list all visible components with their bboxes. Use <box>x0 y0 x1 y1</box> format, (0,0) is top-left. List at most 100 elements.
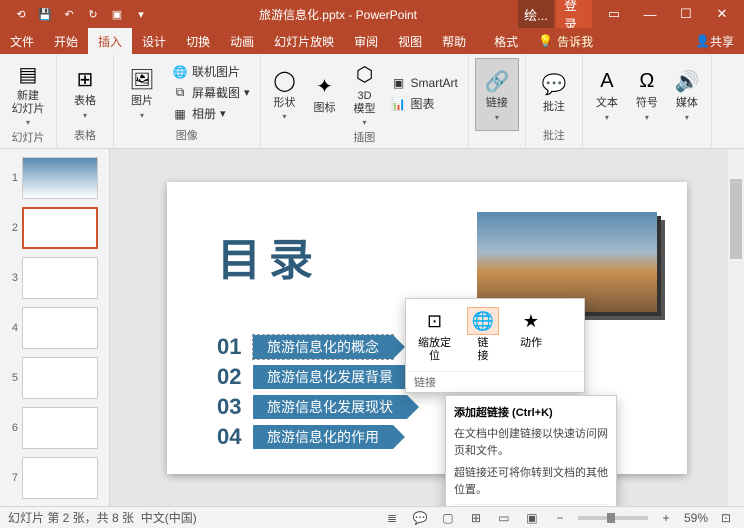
media-icon: 🔊 <box>673 67 701 95</box>
comments-icon[interactable]: 💬 <box>410 509 430 527</box>
smartart-icon: ▣ <box>391 75 407 91</box>
shapes-button[interactable]: ◯ 形状 ▾ <box>267 58 303 129</box>
notes-icon[interactable]: ≣ <box>382 509 402 527</box>
language-label[interactable]: 中文(中国) <box>141 511 197 525</box>
thumbnail[interactable]: 8 <box>0 505 109 506</box>
toc-item[interactable]: 01 旅游信息化的概念 <box>217 334 407 360</box>
thumbnail[interactable]: 2 <box>0 205 109 251</box>
new-slide-button[interactable]: ▤ 新建 幻灯片 ▾ <box>6 58 50 129</box>
ribbon-tabs: 文件 开始 插入 设计 切换 动画 幻灯片放映 审阅 视图 帮助 格式 💡告诉我… <box>0 28 744 54</box>
chart-icon: 📊 <box>391 96 407 112</box>
tab-insert[interactable]: 插入 <box>88 28 132 54</box>
autosave-icon[interactable]: ⟲ <box>12 5 30 23</box>
action-icon: ★ <box>515 307 547 335</box>
fit-icon[interactable]: ⊡ <box>716 509 736 527</box>
tab-home[interactable]: 开始 <box>44 28 88 54</box>
screenshot-icon: ⧉ <box>172 85 188 101</box>
tab-slideshow[interactable]: 幻灯片放映 <box>264 28 344 54</box>
media-button[interactable]: 🔊 媒体 ▾ <box>669 58 705 131</box>
tell-me[interactable]: 💡告诉我 <box>528 28 603 54</box>
tooltip-more-link[interactable]: ❔详细信息 <box>454 504 608 506</box>
tab-view[interactable]: 视图 <box>388 28 432 54</box>
sorter-view-icon[interactable]: ⊞ <box>466 509 486 527</box>
dropdown-section-label: 链接 <box>406 372 584 392</box>
tab-format[interactable]: 格式 <box>484 28 528 54</box>
maximize-icon[interactable]: ☐ <box>668 0 704 28</box>
table-button[interactable]: ⊞ 表格 ▾ <box>63 58 107 127</box>
share-button[interactable]: 👤 共享 <box>685 28 744 54</box>
thumbnail-panel[interactable]: 1 2 3 4 5 6 7 8 <box>0 149 110 506</box>
link-icon: 🔗 <box>483 67 511 95</box>
minimize-icon[interactable]: — <box>632 0 668 28</box>
save-icon[interactable]: 💾 <box>36 5 54 23</box>
chart-button[interactable]: 📊图表 <box>387 94 462 113</box>
thumbnail[interactable]: 4 <box>0 305 109 351</box>
thumbnail[interactable]: 5 <box>0 355 109 401</box>
icons-button[interactable]: ✦ 图标 <box>307 58 343 129</box>
tab-review[interactable]: 审阅 <box>344 28 388 54</box>
hyperlink-button[interactable]: 🌐 链 接 <box>459 303 507 367</box>
chevron-down-icon: ▾ <box>140 111 144 120</box>
tab-file[interactable]: 文件 <box>0 28 44 54</box>
symbol-icon: Ω <box>633 67 661 95</box>
link-button[interactable]: 🔗 链接 ▾ <box>475 58 519 131</box>
redo-icon[interactable]: ↻ <box>84 5 102 23</box>
slide-count[interactable]: 幻灯片 第 2 张，共 8 张 中文(中国) <box>8 509 382 526</box>
tooltip: 添加超链接 (Ctrl+K) 在文档中创建链接以快速访问网页和文件。 超链接还可… <box>445 395 617 506</box>
ribbon: ▤ 新建 幻灯片 ▾ 幻灯片 ⊞ 表格 ▾ 表格 🖼 图片 ▾ 🌐联机图片 <box>0 54 744 149</box>
thumbnail[interactable]: 3 <box>0 255 109 301</box>
smartart-button[interactable]: ▣SmartArt <box>387 74 462 92</box>
scrollbar[interactable] <box>728 149 744 506</box>
zoom-slider[interactable] <box>578 516 648 520</box>
normal-view-icon[interactable]: ▢ <box>438 509 458 527</box>
slideshow-view-icon[interactable]: ▣ <box>522 509 542 527</box>
screenshot-button[interactable]: ⧉屏幕截图 ▾ <box>168 83 254 102</box>
scroll-thumb[interactable] <box>730 179 742 259</box>
login-button[interactable]: 登录 <box>556 0 592 28</box>
statusbar: 幻灯片 第 2 张，共 8 张 中文(中国) ≣ 💬 ▢ ⊞ ▭ ▣ − + 5… <box>0 506 744 528</box>
quick-access-toolbar: ⟲ 💾 ↶ ↻ ▣ ▾ <box>4 5 158 23</box>
undo-icon[interactable]: ↶ <box>60 5 78 23</box>
comment-icon: 💬 <box>540 71 568 99</box>
slideshow-icon[interactable]: ▣ <box>108 5 126 23</box>
action-button[interactable]: ★ 动作 <box>507 303 555 367</box>
tab-animation[interactable]: 动画 <box>220 28 264 54</box>
pictures-button[interactable]: 🖼 图片 ▾ <box>120 58 164 127</box>
3d-icon: ⬡ <box>351 60 379 88</box>
comment-button[interactable]: 💬 批注 <box>532 58 576 127</box>
online-pictures-button[interactable]: 🌐联机图片 <box>168 62 254 81</box>
picture-icon: 🖼 <box>128 65 156 93</box>
slide-image[interactable] <box>477 212 657 312</box>
symbol-button[interactable]: Ω 符号 ▾ <box>629 58 665 131</box>
slide-title[interactable]: 目录 <box>217 224 321 288</box>
zoom-out-icon[interactable]: − <box>550 509 570 527</box>
close-icon[interactable]: ✕ <box>704 0 740 28</box>
text-icon: A <box>593 67 621 95</box>
thumbnail[interactable]: 6 <box>0 405 109 451</box>
reading-view-icon[interactable]: ▭ <box>494 509 514 527</box>
toc-item[interactable]: 02 旅游信息化发展背景 <box>217 364 407 390</box>
tab-transition[interactable]: 切换 <box>176 28 220 54</box>
zoom-link-button[interactable]: ⊡ 缩放定 位 <box>410 303 459 367</box>
online-pic-icon: 🌐 <box>172 64 188 80</box>
zoom-in-icon[interactable]: + <box>656 509 676 527</box>
qat-more-icon[interactable]: ▾ <box>132 5 150 23</box>
album-button[interactable]: ▦相册 ▾ <box>168 104 254 123</box>
thumbnail[interactable]: 7 <box>0 455 109 501</box>
tab-help[interactable]: 帮助 <box>432 28 476 54</box>
toc: 01 旅游信息化的概念 02 旅游信息化发展背景 03 旅游信息化发展现状 04… <box>217 334 407 454</box>
titlebar: ⟲ 💾 ↶ ↻ ▣ ▾ 旅游信息化.pptx - PowerPoint 绘...… <box>0 0 744 28</box>
thumbnail[interactable]: 1 <box>0 155 109 201</box>
text-button[interactable]: A 文本 ▾ <box>589 58 625 131</box>
zoom-icon: ⊡ <box>419 307 451 335</box>
toc-item[interactable]: 04 旅游信息化的作用 <box>217 424 407 450</box>
drawing-tools-label[interactable]: 绘... <box>518 0 554 28</box>
album-icon: ▦ <box>172 106 188 122</box>
tooltip-body: 超链接还可将你转到文档的其他位置。 <box>454 465 608 498</box>
3dmodel-button[interactable]: ⬡ 3D 模型 ▾ <box>347 58 383 129</box>
ribbon-options-icon[interactable]: ▭ <box>596 0 632 28</box>
zoom-level[interactable]: 59% <box>684 511 708 525</box>
toc-item[interactable]: 03 旅游信息化发展现状 <box>217 394 407 420</box>
tab-design[interactable]: 设计 <box>132 28 176 54</box>
content-area: 1 2 3 4 5 6 7 8 目录 01 旅游信息化的概念 02 旅游信息化发… <box>0 149 744 506</box>
